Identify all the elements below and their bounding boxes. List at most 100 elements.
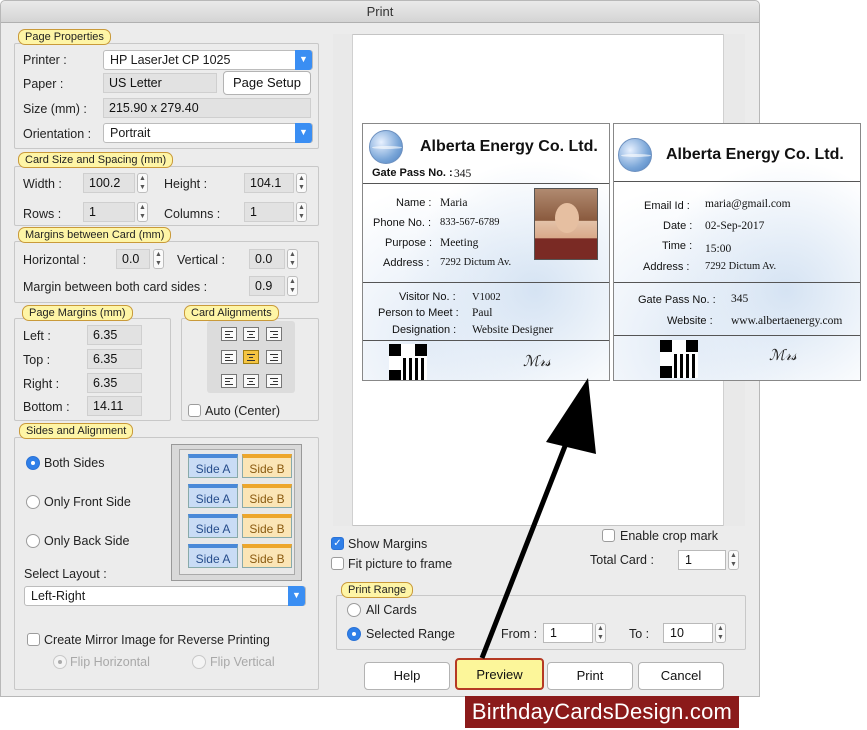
total-card-field[interactable]: 1 [678, 550, 726, 570]
columns-stepper[interactable]: ▲ ▼ [296, 202, 307, 222]
width-stepper[interactable]: ▲ ▼ [137, 173, 148, 193]
layout-select[interactable]: Left-Right ▼ [24, 586, 306, 606]
printer-select[interactable]: HP LaserJet CP 1025 ▼ [103, 50, 313, 70]
back-gate-pass-value: 345 [731, 293, 749, 305]
horizontal-stepper[interactable]: ▲ ▼ [153, 249, 164, 269]
top-margin-field[interactable]: 6.35 [87, 349, 142, 369]
front-designation-value: Website Designer [472, 324, 554, 336]
align-middle-center-button[interactable] [243, 350, 259, 364]
only-back-radio[interactable] [26, 534, 40, 548]
align-bottom-center-button[interactable] [243, 374, 259, 388]
height-label: Height : [164, 177, 208, 191]
total-card-stepper[interactable]: ▲ ▼ [728, 550, 739, 570]
back-time-label: Time : [662, 240, 693, 252]
bottom-margin-label: Bottom : [23, 400, 70, 414]
bottom-margin-field[interactable]: 14.11 [87, 396, 142, 416]
both-sides-radio[interactable] [26, 456, 40, 470]
only-back-label: Only Back Side [44, 534, 130, 548]
selected-range-label: Selected Range [366, 627, 455, 641]
annotation-arrow [479, 378, 596, 659]
print-button[interactable]: Print [547, 662, 633, 690]
both-sides-margin-label: Margin between both card sides : [23, 280, 208, 294]
show-margins-label: Show Margins [348, 537, 428, 551]
to-field[interactable]: 10 [663, 623, 713, 643]
align-bottom-left-button[interactable] [221, 374, 237, 388]
left-margin-field[interactable]: 6.35 [87, 325, 142, 345]
orientation-value: Portrait [110, 126, 151, 140]
align-top-right-button[interactable] [266, 327, 282, 341]
flip-horizontal-radio[interactable] [53, 655, 67, 669]
back-email-value: maria@gmail.com [705, 198, 791, 210]
vertical-label: Vertical : [177, 253, 225, 267]
back-address-label: Address : [643, 261, 690, 273]
rows-label: Rows : [23, 207, 62, 221]
page-setup-button[interactable]: Page Setup [223, 71, 311, 95]
orientation-select[interactable]: Portrait ▼ [103, 123, 313, 143]
cancel-button[interactable]: Cancel [638, 662, 724, 690]
divider [614, 181, 860, 182]
align-middle-left-button[interactable] [221, 350, 237, 364]
front-person-value: Paul [472, 307, 493, 319]
only-front-radio[interactable] [26, 495, 40, 509]
side-a-tile: Side A [188, 544, 238, 568]
align-bottom-right-button[interactable] [266, 374, 282, 388]
side-b-tile: Side B [242, 454, 292, 478]
width-field[interactable]: 100.2 [83, 173, 135, 193]
horizontal-field[interactable]: 0.0 [116, 249, 150, 269]
front-purpose-value: Meeting [440, 237, 479, 249]
auto-center-checkbox[interactable] [188, 404, 201, 417]
front-visitor-label: Visitor No. : [399, 291, 456, 303]
help-button[interactable]: Help [364, 662, 450, 690]
right-margin-field[interactable]: 6.35 [87, 373, 142, 393]
select-layout-label: Select Layout : [24, 567, 107, 581]
both-sides-margin-field[interactable]: 0.9 [249, 276, 285, 296]
right-margin-label: Right : [23, 377, 60, 391]
back-company-name: Alberta Energy Co. Ltd. [666, 146, 844, 163]
mirror-label: Create Mirror Image for Reverse Printing [44, 633, 270, 647]
to-stepper[interactable]: ▲ ▼ [715, 623, 726, 643]
columns-field[interactable]: 1 [244, 202, 294, 222]
front-gate-pass-label: Gate Pass No. : [372, 167, 453, 179]
back-address-value: 7292 Dictum Av. [705, 261, 777, 272]
front-name-value: Maria [440, 197, 468, 209]
id-card-back: Alberta Energy Co. Ltd. Email Id : maria… [613, 123, 861, 381]
selected-range-radio[interactable] [347, 627, 361, 641]
qr-code-icon [660, 340, 698, 378]
front-phone-label: Phone No. : [373, 217, 432, 229]
align-top-left-button[interactable] [221, 327, 237, 341]
visitor-photo [534, 188, 598, 260]
auto-center-label: Auto (Center) [205, 404, 281, 418]
side-b-tile: Side B [242, 544, 292, 568]
side-a-tile: Side A [188, 484, 238, 508]
align-top-center-button[interactable] [243, 327, 259, 341]
qr-code-icon [389, 344, 427, 380]
fit-picture-checkbox[interactable] [331, 557, 344, 570]
show-margins-checkbox[interactable]: ✓ [331, 537, 344, 550]
vertical-stepper[interactable]: ▲ ▼ [287, 249, 298, 269]
side-b-tile: Side B [242, 484, 292, 508]
rows-stepper[interactable]: ▲ ▼ [137, 202, 148, 222]
left-margin-label: Left : [23, 329, 51, 343]
side-a-tile: Side A [188, 514, 238, 538]
page-properties-title: Page Properties [18, 29, 111, 45]
align-middle-right-button[interactable] [266, 350, 282, 364]
flip-horizontal-label: Flip Horizontal [70, 655, 150, 669]
both-sides-margin-stepper[interactable]: ▲ ▼ [287, 276, 298, 296]
front-designation-label: Designation : [392, 324, 457, 336]
flip-vertical-radio[interactable] [192, 655, 206, 669]
width-label: Width : [23, 177, 62, 191]
signature-image: ℳ⁠𝓇𝓈 [523, 352, 551, 370]
columns-label: Columns : [164, 207, 221, 221]
rows-field[interactable]: 1 [83, 202, 135, 222]
front-purpose-label: Purpose : [385, 237, 433, 249]
mirror-checkbox[interactable] [27, 633, 40, 646]
front-address-value: 7292 Dictum Av. [440, 257, 512, 268]
all-cards-radio[interactable] [347, 603, 361, 617]
height-stepper[interactable]: ▲ ▼ [296, 173, 307, 193]
height-field[interactable]: 104.1 [244, 173, 294, 193]
divider [614, 282, 860, 283]
globe-icon [369, 130, 403, 164]
divider [614, 335, 860, 336]
vertical-field[interactable]: 0.0 [249, 249, 285, 269]
margins-between-title: Margins between Card (mm) [18, 227, 172, 243]
